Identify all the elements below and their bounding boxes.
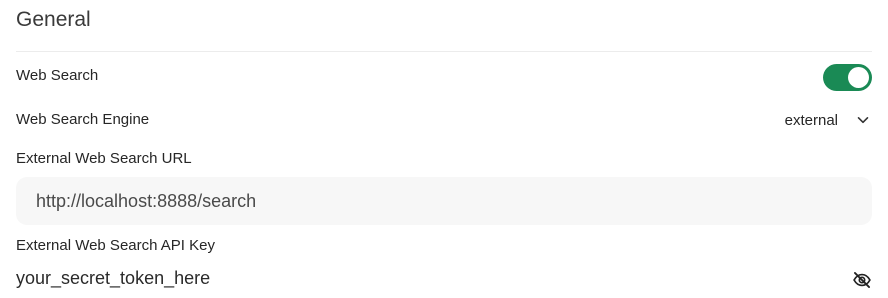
- section-divider: [16, 51, 872, 52]
- general-settings-panel: General Web Search Web Search Engine ext…: [0, 0, 888, 298]
- section-title: General: [16, 8, 91, 31]
- api-key-label: External Web Search API Key: [16, 237, 215, 254]
- chevron-down-icon: [857, 117, 869, 124]
- toggle-knob: [848, 67, 869, 88]
- external-url-label: External Web Search URL: [16, 150, 192, 167]
- eye-off-icon[interactable]: [852, 270, 872, 290]
- web-search-engine-value: external: [784, 111, 838, 129]
- web-search-engine-label: Web Search Engine: [16, 111, 150, 128]
- external-url-input[interactable]: [16, 177, 872, 225]
- web-search-toggle[interactable]: [823, 64, 872, 91]
- api-key-value[interactable]: your_secret_token_here: [16, 268, 210, 289]
- web-search-label: Web Search: [16, 67, 99, 84]
- web-search-engine-select[interactable]: external: [785, 108, 870, 132]
